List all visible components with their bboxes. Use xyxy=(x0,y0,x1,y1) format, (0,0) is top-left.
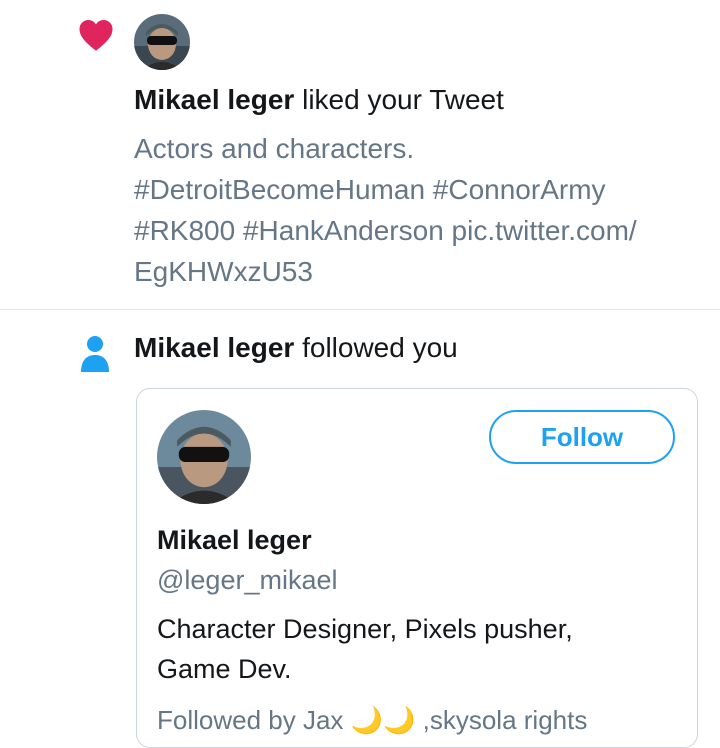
follow-notification[interactable]: Mikael leger followed you Follow Mikael … xyxy=(0,310,720,748)
follow-button[interactable]: Follow xyxy=(489,410,675,464)
profile-name[interactable]: Mikael leger xyxy=(157,525,312,556)
user-name[interactable]: Mikael leger xyxy=(134,332,294,363)
bio-line: Character Designer, Pixels pusher, xyxy=(157,614,573,644)
profile-bio: Character Designer, Pixels pusher, Game … xyxy=(157,609,677,689)
action-text: followed you xyxy=(294,332,458,363)
like-notification[interactable]: Mikael leger liked your Tweet Actors and… xyxy=(0,0,720,310)
action-text: liked your Tweet xyxy=(294,84,504,115)
tweet-text[interactable]: Actors and characters. #DetroitBecomeHum… xyxy=(134,128,709,292)
profile-card[interactable]: Follow Mikael leger @leger_mikael Charac… xyxy=(136,388,698,748)
person-icon xyxy=(81,336,109,372)
avatar[interactable] xyxy=(157,410,251,504)
heart-icon xyxy=(79,20,113,51)
bio-line: Game Dev. xyxy=(157,654,292,684)
like-summary: Mikael leger liked your Tweet xyxy=(134,83,504,117)
user-name[interactable]: Mikael leger xyxy=(134,84,294,115)
profile-handle: @leger_mikael xyxy=(157,565,338,595)
avatar[interactable] xyxy=(134,14,190,70)
follow-summary: Mikael leger followed you xyxy=(134,331,458,365)
tweet-line: Actors and characters. xyxy=(134,133,415,164)
tweet-line: EgKHWxzU53 xyxy=(134,256,313,287)
tweet-line: #DetroitBecomeHuman #ConnorArmy xyxy=(134,174,606,205)
followed-by-text: Followed by Jax 🌙🌙 ,skysola rights xyxy=(157,705,588,735)
tweet-line: #RK800 #HankAnderson pic.twitter.com/ xyxy=(134,215,637,246)
